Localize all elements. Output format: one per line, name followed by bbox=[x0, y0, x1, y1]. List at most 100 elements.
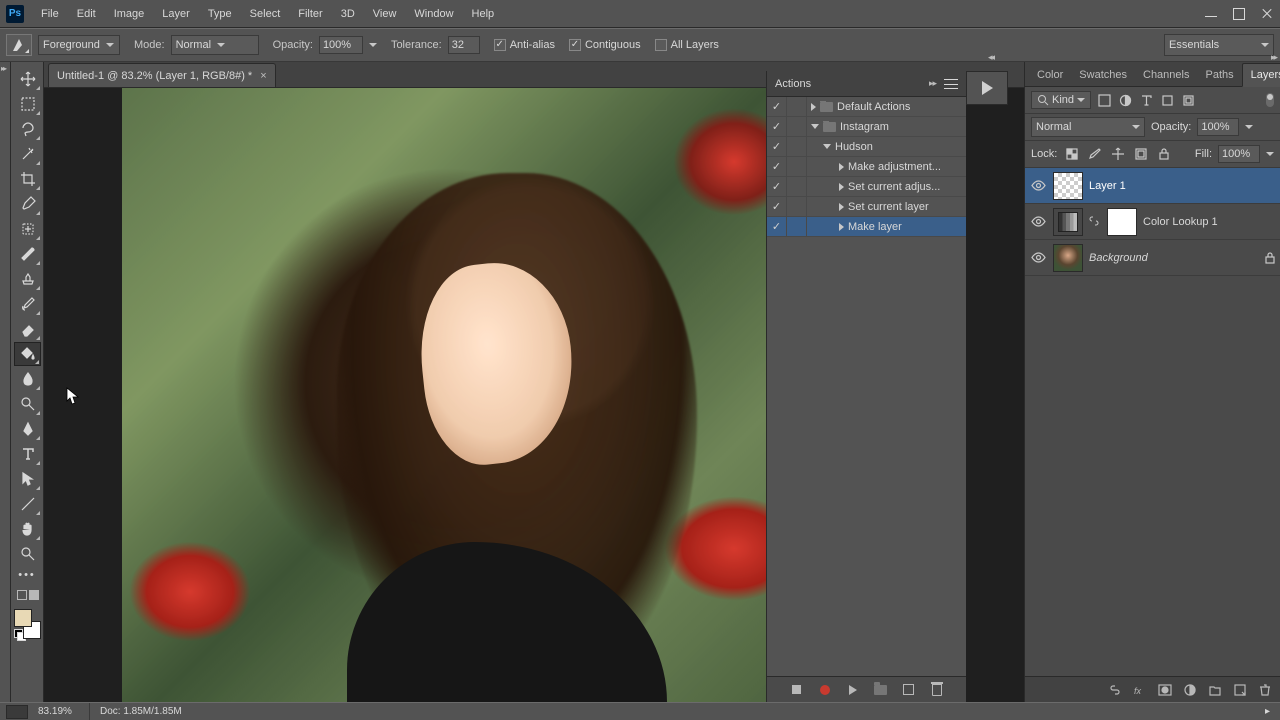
menu-file[interactable]: File bbox=[32, 4, 68, 24]
window-minimize-button[interactable] bbox=[1198, 4, 1224, 24]
action-enable-checkbox[interactable] bbox=[767, 137, 787, 157]
disclosure-triangle-icon[interactable] bbox=[839, 163, 844, 171]
pen-tool[interactable] bbox=[14, 417, 41, 441]
status-thumbnail[interactable] bbox=[6, 705, 28, 719]
link-layers-icon[interactable] bbox=[1107, 682, 1122, 697]
layer-name-label[interactable]: Color Lookup 1 bbox=[1143, 216, 1218, 228]
new-layer-icon[interactable] bbox=[1232, 682, 1247, 697]
type-tool[interactable] bbox=[14, 442, 41, 466]
layer-opacity-dropdown-icon[interactable] bbox=[1245, 125, 1253, 129]
layer-row[interactable]: Color Lookup 1 bbox=[1025, 204, 1280, 240]
brush-tool[interactable] bbox=[14, 242, 41, 266]
antialias-checkbox[interactable] bbox=[494, 39, 506, 51]
blur-tool[interactable] bbox=[14, 367, 41, 391]
disclosure-triangle-icon[interactable] bbox=[839, 203, 844, 211]
layer-visibility-icon[interactable] bbox=[1029, 213, 1047, 231]
actions-menu-icon[interactable] bbox=[944, 79, 958, 89]
contiguous-checkbox[interactable] bbox=[569, 39, 581, 51]
action-dialog-toggle[interactable] bbox=[787, 97, 807, 117]
action-row[interactable]: Default Actions bbox=[767, 97, 966, 117]
lock-artboard-icon[interactable] bbox=[1132, 146, 1149, 163]
actions-new-set-button[interactable] bbox=[874, 683, 888, 697]
tab-channels[interactable]: Channels bbox=[1135, 64, 1197, 86]
action-row[interactable]: Make adjustment... bbox=[767, 157, 966, 177]
layer-mask-thumbnail[interactable] bbox=[1107, 208, 1137, 236]
action-enable-checkbox[interactable] bbox=[767, 157, 787, 177]
toolbox-overflow[interactable]: ••• bbox=[11, 567, 43, 583]
layer-row[interactable]: Layer 1 bbox=[1025, 168, 1280, 204]
filter-toggle-switch[interactable] bbox=[1266, 93, 1274, 107]
tab-color[interactable]: Color bbox=[1029, 64, 1071, 86]
layer-fill-dropdown-icon[interactable] bbox=[1266, 152, 1274, 156]
screen-mode-toggle[interactable] bbox=[14, 584, 41, 606]
actions-play-button[interactable] bbox=[846, 683, 860, 697]
history-brush-tool[interactable] bbox=[14, 292, 41, 316]
window-close-button[interactable] bbox=[1254, 4, 1280, 24]
action-enable-checkbox[interactable] bbox=[767, 217, 787, 237]
blend-mode-select[interactable]: Normal bbox=[171, 35, 259, 55]
marquee-tool[interactable] bbox=[14, 92, 41, 116]
layer-row[interactable]: Background bbox=[1025, 240, 1280, 276]
dodge-tool[interactable] bbox=[14, 392, 41, 416]
layer-blend-mode-select[interactable]: Normal bbox=[1031, 117, 1145, 137]
tab-layers[interactable]: Layers bbox=[1242, 63, 1280, 87]
action-row[interactable]: Set current layer bbox=[767, 197, 966, 217]
document-tab[interactable]: Untitled-1 @ 83.2% (Layer 1, RGB/8#) * × bbox=[48, 63, 276, 87]
magic-wand-tool[interactable] bbox=[14, 142, 41, 166]
menu-layer[interactable]: Layer bbox=[153, 4, 199, 24]
filter-type-icon[interactable] bbox=[1138, 92, 1154, 108]
menu-image[interactable]: Image bbox=[105, 4, 154, 24]
layer-mask-icon[interactable] bbox=[1157, 682, 1172, 697]
foreground-color-swatch[interactable] bbox=[14, 609, 32, 627]
menu-filter[interactable]: Filter bbox=[289, 4, 331, 24]
status-zoom[interactable]: 83.19% bbox=[34, 703, 90, 720]
tab-swatches[interactable]: Swatches bbox=[1071, 64, 1135, 86]
filter-adjustment-icon[interactable] bbox=[1117, 92, 1133, 108]
left-dock-collapse[interactable]: ▸▸ bbox=[0, 62, 11, 702]
action-enable-checkbox[interactable] bbox=[767, 177, 787, 197]
status-doc-info[interactable]: Doc: 1.85M/1.85M bbox=[90, 706, 192, 717]
actions-new-action-button[interactable] bbox=[902, 683, 916, 697]
menu-window[interactable]: Window bbox=[405, 4, 462, 24]
lasso-tool[interactable] bbox=[14, 117, 41, 141]
layer-name-label[interactable]: Background bbox=[1089, 252, 1148, 264]
layer-mask-link-icon[interactable] bbox=[1089, 216, 1101, 228]
new-group-icon[interactable] bbox=[1207, 682, 1222, 697]
menu-type[interactable]: Type bbox=[199, 4, 241, 24]
action-dialog-toggle[interactable] bbox=[787, 157, 807, 177]
actions-record-button[interactable] bbox=[818, 683, 832, 697]
disclosure-triangle-icon[interactable] bbox=[811, 124, 819, 129]
path-selection-tool[interactable] bbox=[14, 467, 41, 491]
action-enable-checkbox[interactable] bbox=[767, 117, 787, 137]
actions-delete-button[interactable] bbox=[930, 683, 944, 697]
action-dialog-toggle[interactable] bbox=[787, 137, 807, 157]
color-swatches[interactable] bbox=[14, 609, 41, 639]
current-tool-icon[interactable] bbox=[6, 34, 32, 56]
window-maximize-button[interactable] bbox=[1226, 4, 1252, 24]
actions-stop-button[interactable] bbox=[790, 683, 804, 697]
eraser-tool[interactable] bbox=[14, 317, 41, 341]
disclosure-triangle-icon[interactable] bbox=[823, 144, 831, 149]
eyedropper-tool[interactable] bbox=[14, 192, 41, 216]
collapsed-panel-button[interactable] bbox=[966, 71, 1008, 105]
action-row[interactable]: Set current adjus... bbox=[767, 177, 966, 197]
layer-thumbnail[interactable] bbox=[1053, 208, 1083, 236]
middle-dock-collapse-icon[interactable]: ◂◂ bbox=[988, 52, 993, 63]
tab-paths[interactable]: Paths bbox=[1197, 64, 1241, 86]
right-dock-collapse-icon[interactable]: ▸▸ bbox=[1271, 52, 1276, 63]
fill-source-select[interactable]: Foreground bbox=[38, 35, 120, 55]
disclosure-triangle-icon[interactable] bbox=[839, 223, 844, 231]
crop-tool[interactable] bbox=[14, 167, 41, 191]
disclosure-triangle-icon[interactable] bbox=[811, 103, 816, 111]
layer-opacity-input[interactable]: 100% bbox=[1197, 118, 1239, 136]
layer-name-label[interactable]: Layer 1 bbox=[1089, 180, 1126, 192]
status-menu-icon[interactable]: ▸ bbox=[1265, 706, 1280, 717]
menu-select[interactable]: Select bbox=[241, 4, 290, 24]
close-tab-icon[interactable]: × bbox=[260, 70, 266, 82]
menu-view[interactable]: View bbox=[364, 4, 406, 24]
layer-visibility-icon[interactable] bbox=[1029, 249, 1047, 267]
layer-visibility-icon[interactable] bbox=[1029, 177, 1047, 195]
action-dialog-toggle[interactable] bbox=[787, 117, 807, 137]
action-row[interactable]: Instagram bbox=[767, 117, 966, 137]
action-dialog-toggle[interactable] bbox=[787, 217, 807, 237]
